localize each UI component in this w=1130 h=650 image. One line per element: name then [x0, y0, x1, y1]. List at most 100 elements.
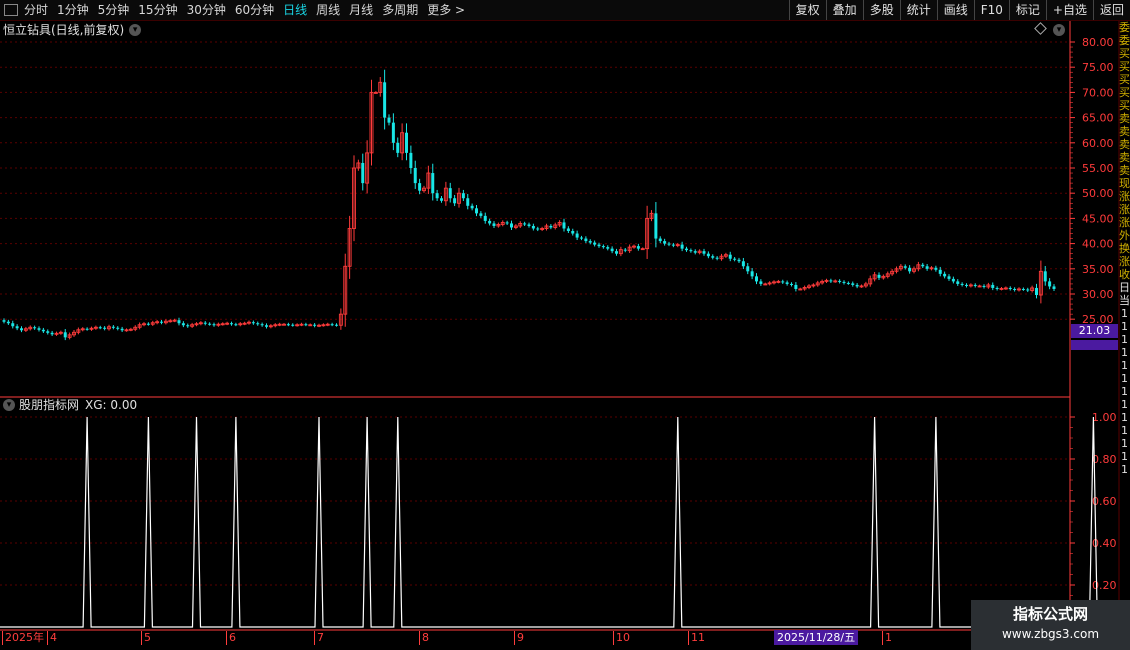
candle-body	[908, 267, 912, 272]
xg-signal-line	[0, 416, 1099, 628]
candle-body	[829, 280, 833, 282]
candle-body	[33, 327, 37, 329]
indicator-tick-label: 1.00	[1092, 411, 1117, 424]
candle-body	[1038, 270, 1043, 296]
price-tick-label: 65.00	[1082, 112, 1114, 125]
tab-daily[interactable]: 日线	[283, 0, 307, 20]
side-quote-char: 1	[1121, 307, 1128, 320]
chevron-down-icon[interactable]: ▾	[129, 24, 142, 36]
candle-body	[947, 276, 951, 279]
candle-body	[177, 320, 181, 324]
side-quote-char: 当	[1119, 294, 1130, 307]
side-quote-char: 1	[1121, 320, 1128, 333]
candle-body	[916, 264, 921, 270]
candle-body	[116, 327, 120, 329]
tab-30min[interactable]: 30分钟	[187, 0, 226, 20]
indicator-title: ▾ 股朋指标网 XG: 0.00	[3, 397, 137, 413]
price-tick-label: 80.00	[1082, 36, 1114, 49]
multi-stock-button[interactable]: 多股	[862, 0, 900, 20]
candle-body	[230, 323, 233, 325]
diamond-icon[interactable]	[1034, 22, 1047, 35]
side-quote-char: 外	[1119, 229, 1130, 242]
side-quote-char: 买	[1119, 47, 1130, 60]
candle-body	[689, 250, 693, 252]
indicator-tick-label: 0.60	[1092, 495, 1117, 508]
candle-body	[37, 328, 41, 330]
candle-body	[365, 152, 370, 184]
candle-body	[912, 268, 916, 272]
side-quote-char: 换	[1119, 242, 1130, 255]
candle-body	[986, 284, 991, 288]
candle-body	[968, 284, 973, 287]
candle-body	[868, 278, 873, 285]
toolbar-actions: 复权 叠加 多股 统计 画线 F10 标记 +自选 返回	[788, 0, 1130, 20]
candle-body	[172, 319, 177, 322]
candle-body	[890, 270, 895, 275]
candle-body	[111, 326, 115, 328]
watermark-title: 指标公式网	[1012, 605, 1088, 623]
tab-60min[interactable]: 60分钟	[235, 0, 274, 20]
candle-body	[667, 243, 671, 245]
candle-body	[124, 329, 129, 332]
date-label: 9	[514, 631, 524, 645]
tab-fenshi[interactable]: 分时	[24, 0, 48, 20]
candle-body	[693, 251, 697, 253]
candle-body	[203, 322, 207, 324]
candle-body	[461, 193, 465, 199]
date-label: 11	[688, 631, 705, 645]
date-axis: 2025年 4 5 6 7 8 9 10 11 1 2025/11/28/五	[0, 630, 1070, 650]
candle-body	[711, 256, 715, 258]
candle-body	[885, 273, 890, 277]
candle-body	[991, 284, 995, 288]
side-quote-char: 买	[1119, 99, 1130, 112]
statistics-button[interactable]: 统计	[899, 0, 937, 20]
tab-1min[interactable]: 1分钟	[57, 0, 89, 20]
tab-5min[interactable]: 5分钟	[98, 0, 130, 20]
side-quote-char: 1	[1121, 424, 1128, 437]
tab-monthly[interactable]: 月线	[349, 0, 373, 20]
candle-body	[627, 246, 632, 252]
candle-body	[531, 225, 535, 229]
candle-body	[649, 212, 654, 219]
candle-body	[597, 244, 601, 247]
candle-body	[601, 246, 605, 248]
candle-body	[93, 326, 98, 329]
candle-body	[737, 259, 741, 262]
candle-body	[973, 284, 977, 286]
candle-body	[146, 323, 150, 325]
window-icon[interactable]	[4, 4, 18, 16]
candle-body	[418, 183, 422, 191]
candle-body	[746, 266, 750, 272]
candle-body	[387, 117, 391, 123]
overlay-button[interactable]: 叠加	[825, 0, 863, 20]
side-quote-panel: 委委买买买买买卖卖卖卖卖现涨涨涨外换涨收日当1111111111111	[1119, 21, 1130, 631]
candle-body	[338, 313, 343, 326]
tab-15min[interactable]: 15分钟	[138, 0, 177, 20]
mark-button[interactable]: 标记	[1008, 0, 1046, 20]
tab-weekly[interactable]: 周线	[316, 0, 340, 20]
candle-body	[54, 332, 59, 335]
candle-body	[510, 223, 513, 228]
candle-body	[98, 327, 102, 329]
f10-button[interactable]: F10	[973, 0, 1009, 20]
candle-body	[89, 327, 94, 330]
back-button[interactable]: 返回	[1092, 0, 1130, 20]
candle-body	[15, 326, 19, 329]
candle-body	[352, 167, 356, 229]
add-watchlist-button[interactable]: +自选	[1045, 0, 1093, 20]
candle-body	[763, 283, 768, 286]
candle-body	[807, 285, 811, 288]
candle-body	[133, 326, 138, 330]
side-quote-char: 委	[1119, 21, 1130, 34]
chevron-down-icon[interactable]: ▾	[1053, 24, 1065, 36]
chevron-down-icon[interactable]: ▾	[3, 399, 15, 411]
candle-body	[448, 188, 452, 199]
restore-rights-button[interactable]: 复权	[788, 0, 826, 20]
candle-body	[343, 265, 348, 315]
draw-line-button[interactable]: 画线	[936, 0, 974, 20]
tab-more[interactable]: 更多 >	[427, 0, 465, 20]
candle-body	[160, 321, 163, 323]
candle-body	[373, 91, 378, 94]
tab-multi-period[interactable]: 多周期	[382, 0, 418, 20]
candle-body	[457, 192, 461, 204]
